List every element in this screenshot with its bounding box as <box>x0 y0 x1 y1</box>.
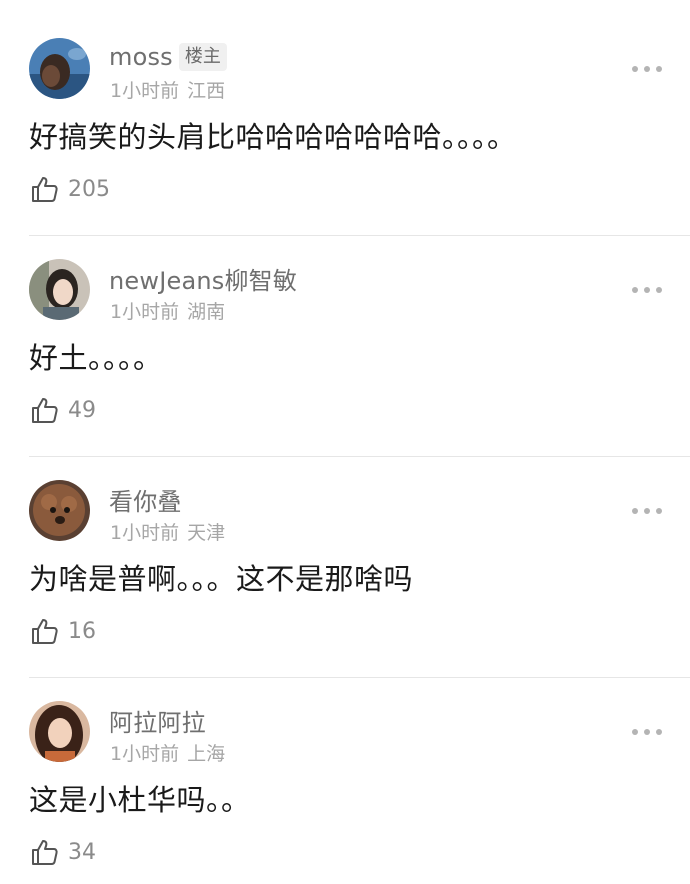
comment-text: 好土。。。。 <box>29 341 163 375</box>
comment-text: 为啥是普啊。。。这不是那啥吗 <box>29 562 414 596</box>
username-row: moss 楼主 <box>109 40 227 74</box>
comment-location: 天津 <box>187 522 226 544</box>
comment-time: 1小时前 <box>110 522 180 544</box>
like-count: 205 <box>68 176 110 202</box>
thumbs-up-icon <box>32 619 58 644</box>
comment-item: newJeans柳智敏 1小时前 湖南 好土。。。。 49 <box>0 221 690 457</box>
thumbs-up-icon <box>32 398 58 423</box>
op-badge: 楼主 <box>178 43 227 71</box>
comment-text: 好搞笑的头肩比哈哈哈哈哈哈哈。。。。 <box>29 120 517 154</box>
avatar[interactable] <box>29 701 90 762</box>
like-button[interactable]: 49 <box>30 393 96 427</box>
comment-location: 上海 <box>187 743 226 765</box>
like-button[interactable]: 205 <box>30 172 110 206</box>
avatar[interactable] <box>29 259 90 320</box>
thumbs-up-icon <box>32 840 58 865</box>
like-count: 49 <box>68 397 96 423</box>
comment-meta: 1小时前 湖南 <box>110 297 225 324</box>
avatar[interactable] <box>29 480 90 541</box>
like-button[interactable]: 16 <box>30 614 96 648</box>
comment-time: 1小时前 <box>110 80 180 102</box>
username[interactable]: 阿拉阿拉 <box>109 703 206 738</box>
username-row: 阿拉阿拉 <box>109 703 206 737</box>
comment-meta: 1小时前 上海 <box>110 739 225 766</box>
comment-text: 这是小杜华吗。。 <box>29 783 251 817</box>
comment-time: 1小时前 <box>110 743 180 765</box>
comment-item: moss 楼主 1小时前 江西 好搞笑的头肩比哈哈哈哈哈哈哈。。。。 205 <box>0 0 690 236</box>
more-horizontal-icon[interactable] <box>632 727 662 737</box>
username-row: newJeans柳智敏 <box>109 261 297 295</box>
comment-item: 阿拉阿拉 1小时前 上海 这是小杜华吗。。 34 <box>0 663 690 884</box>
like-button[interactable]: 34 <box>30 835 96 869</box>
username[interactable]: moss <box>109 43 173 71</box>
comment-time: 1小时前 <box>110 301 180 323</box>
like-count: 16 <box>68 618 96 644</box>
more-horizontal-icon[interactable] <box>632 506 662 516</box>
comment-item: 看你叠 1小时前 天津 为啥是普啊。。。这不是那啥吗 16 <box>0 442 690 678</box>
thumbs-up-icon <box>32 177 58 202</box>
more-horizontal-icon[interactable] <box>632 64 662 74</box>
comment-meta: 1小时前 江西 <box>110 76 225 103</box>
avatar[interactable] <box>29 38 90 99</box>
username[interactable]: 看你叠 <box>109 482 182 517</box>
comment-location: 江西 <box>187 80 226 102</box>
username-row: 看你叠 <box>109 482 182 516</box>
comment-location: 湖南 <box>187 301 226 323</box>
more-horizontal-icon[interactable] <box>632 285 662 295</box>
username[interactable]: newJeans柳智敏 <box>109 261 297 296</box>
comment-meta: 1小时前 天津 <box>110 518 225 545</box>
like-count: 34 <box>68 839 96 865</box>
